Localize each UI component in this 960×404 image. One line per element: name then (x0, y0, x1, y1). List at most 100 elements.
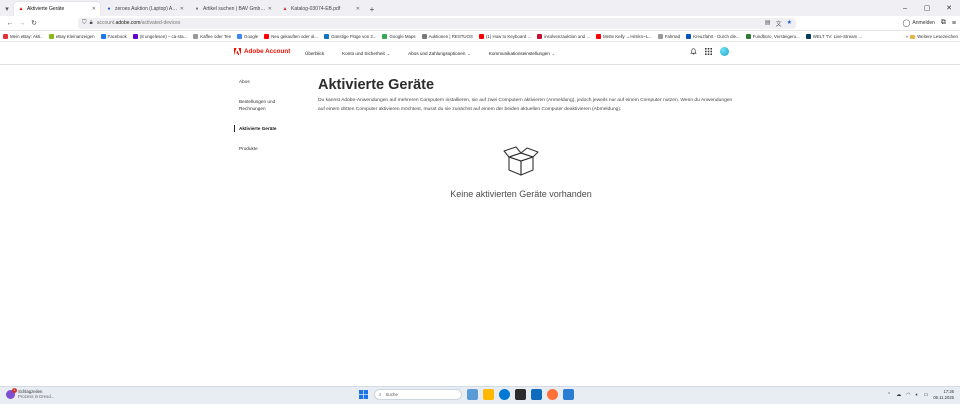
battery-icon[interactable]: ▭ (924, 392, 929, 398)
topnav-item[interactable]: Konto und Sicherheit ⌄ (342, 51, 390, 56)
close-icon[interactable]: ✕ (356, 6, 360, 12)
bookmark-icon (132, 33, 138, 39)
bookmark-label: (8 ungelesen) – ca-sta... (139, 33, 188, 39)
topnav-item[interactable]: Abos und Zahlungsoptionen ⌄ (408, 51, 471, 56)
apps-grid-icon[interactable] (705, 48, 712, 55)
bookmark-icon (537, 33, 543, 39)
adobe-logo[interactable]: Adobe Account (234, 48, 290, 55)
bookmark-icon (657, 33, 663, 39)
bookmark-item[interactable]: WELT TV: Live-Stream ... (805, 33, 863, 39)
bookmark-item[interactable]: Neu gekauften oder al... (264, 33, 318, 39)
avatar[interactable] (720, 47, 729, 56)
more-bookmarks-label: Weitere Lesezeichen (917, 34, 958, 39)
tab-list-button[interactable]: ▾ (0, 2, 14, 16)
url-text: account.adobe.com/activated-devices (97, 20, 765, 26)
bookmark-icon (193, 33, 199, 39)
empty-state-text: Keine aktivierten Geräte vorhanden (450, 189, 592, 199)
store-icon[interactable] (515, 389, 526, 400)
tab-title: Aktivierte Geräte (27, 6, 65, 12)
bell-icon[interactable] (690, 48, 697, 55)
url-bar[interactable]: ⛉ 🔒︎ account.adobe.com/activated-devices… (78, 17, 796, 29)
windows-start-icon[interactable] (358, 389, 369, 400)
bookmark-item[interactable]: Mein eBay: Akti.. (3, 33, 43, 39)
maximize-icon[interactable]: ▢ (916, 0, 938, 16)
sidebar-item[interactable]: Abos (234, 78, 304, 85)
edge-icon[interactable] (499, 389, 510, 400)
back-icon[interactable]: ← (4, 17, 16, 29)
bookmark-item[interactable]: Google Maps (382, 33, 416, 39)
bookmark-item[interactable]: Facebook (100, 33, 127, 39)
topnav-item[interactable]: Kommunikationseinstellungen ⌄ (489, 51, 555, 56)
speaker-icon[interactable]: 🔈︎ (916, 392, 919, 398)
close-icon[interactable]: ✕ (268, 6, 272, 12)
bookmark-label: Fundbüro, Versteigeru... (752, 33, 800, 39)
search-label: Suche (385, 392, 398, 397)
bookmark-item[interactable]: Google (237, 33, 258, 39)
account-button[interactable]: ◯ Anmelden (903, 19, 935, 27)
tab-title: Katalog-03074-EB.pdf (291, 6, 341, 12)
reader-view-icon[interactable]: ▤ (765, 19, 771, 28)
bookmark-item[interactable]: Mette Kelly ↔Hirnkn~L... (596, 33, 652, 39)
browser-tab[interactable]: ▲ Aktivierte Geräte ✕ (14, 2, 100, 16)
bookmark-star-icon[interactable]: ★ (787, 19, 792, 28)
topnav-label: Überblick (305, 51, 325, 56)
onedrive-icon[interactable]: ☁ (896, 392, 901, 398)
bookmark-icon (421, 33, 427, 39)
sidebar-item-label: Aktivierte Geräte (239, 126, 277, 131)
system-tray: ⌃ ☁ ◠ 🔈︎ ▭ 17:26 06.11.2025 (887, 389, 954, 400)
copilot-icon[interactable] (467, 389, 478, 400)
chevron-up-icon[interactable]: ⌃ (887, 392, 891, 398)
firefox-icon[interactable] (547, 389, 558, 400)
sidebar-item[interactable]: Aktivierte Geräte (234, 125, 304, 132)
bookmark-item[interactable]: Kaffee oder Tee (193, 33, 231, 39)
taskbar-search[interactable]: ⌕ Suche (374, 389, 462, 400)
sidebar-item[interactable]: Produkte (234, 145, 304, 152)
sidebar-item[interactable]: Bestellungen und Rechnungen (234, 98, 304, 112)
bookmark-item[interactable]: Kreuzfahrt - Durch die... (686, 33, 740, 39)
folder-icon (910, 34, 916, 39)
bookmark-item[interactable]: Fahrrad (657, 33, 680, 39)
reload-icon[interactable]: ↻ (28, 17, 40, 29)
sidebar-item-label: Bestellungen und Rechnungen (239, 99, 276, 111)
topnav-label: Konto und Sicherheit (342, 51, 385, 56)
more-bookmarks[interactable]: » Weitere Lesezeichen (901, 31, 958, 41)
topnav-item[interactable]: Überblick (305, 51, 324, 56)
outlook-icon[interactable] (531, 389, 542, 400)
wifi-icon[interactable]: ◠ (906, 392, 910, 398)
bookmark-item[interactable]: insolvenzauktion und ... (537, 33, 590, 39)
bookmark-item[interactable]: (8 ungelesen) – ca-sta... (132, 33, 188, 39)
news-widget[interactable]: 1 Schlagzeilen Prozess in Dresd... (6, 387, 54, 399)
clock[interactable]: 17:26 06.11.2025 (933, 389, 954, 400)
bookmark-item[interactable]: Günstige Flüge von 2... (324, 33, 376, 39)
minimize-icon[interactable]: – (894, 0, 916, 16)
bookmark-item[interactable]: Fundbüro, Versteigeru... (745, 33, 800, 39)
bookmark-label: Google Maps (389, 33, 416, 39)
bookmark-icon (382, 33, 388, 39)
shield-icon[interactable]: ⛉ (82, 20, 87, 27)
close-icon[interactable]: ✕ (180, 6, 184, 12)
bookmark-label: eBay Kleinanzeigen (55, 33, 95, 39)
bookmark-label: WELT TV: Live-Stream ... (812, 33, 863, 39)
close-window-icon[interactable]: ✕ (938, 0, 960, 16)
browser-tab[interactable]: ▲ Katalog-03074-EB.pdf ✕ (278, 2, 364, 16)
bookmark-item[interactable]: (1) How to Keyboard ... (478, 33, 531, 39)
bookmark-item[interactable]: eBay Kleinanzeigen (48, 33, 95, 39)
forward-icon[interactable]: → (16, 17, 28, 29)
bookmark-list: Mein eBay: Akti.. eBay Kleinanzeigen Faceb… (3, 33, 868, 39)
new-tab-button[interactable]: + (366, 2, 378, 16)
lock-icon[interactable]: 🔒︎ (90, 20, 93, 27)
bookmark-icon (686, 33, 692, 39)
browser-tab[interactable]: ● Artikel suchen | BAV GmbH Verste✕ (190, 2, 276, 16)
bookmark-item[interactable]: Auktionen | RESTUOS (421, 33, 473, 39)
bookmark-icon (48, 33, 54, 39)
word-icon[interactable] (563, 389, 574, 400)
file-explorer-icon[interactable] (483, 389, 494, 400)
browser-tab[interactable]: ● zeroes Auktion (Laptop) APPLE, i✕ (102, 2, 188, 16)
close-icon[interactable]: ✕ (92, 6, 96, 12)
bookmark-label: Mein eBay: Akti.. (10, 33, 43, 39)
page-description: Du kannst Adobe-Anwendungen auf mehreren… (318, 98, 733, 112)
menu-icon[interactable]: ≡ (952, 20, 956, 27)
translate-icon[interactable]: 文 (776, 19, 782, 28)
tab-list: ▲ Aktivierte Geräte ✕ ● zeroes Auktion (Lapt… (14, 2, 366, 16)
extensions-icon[interactable]: ⧉ (941, 19, 946, 27)
